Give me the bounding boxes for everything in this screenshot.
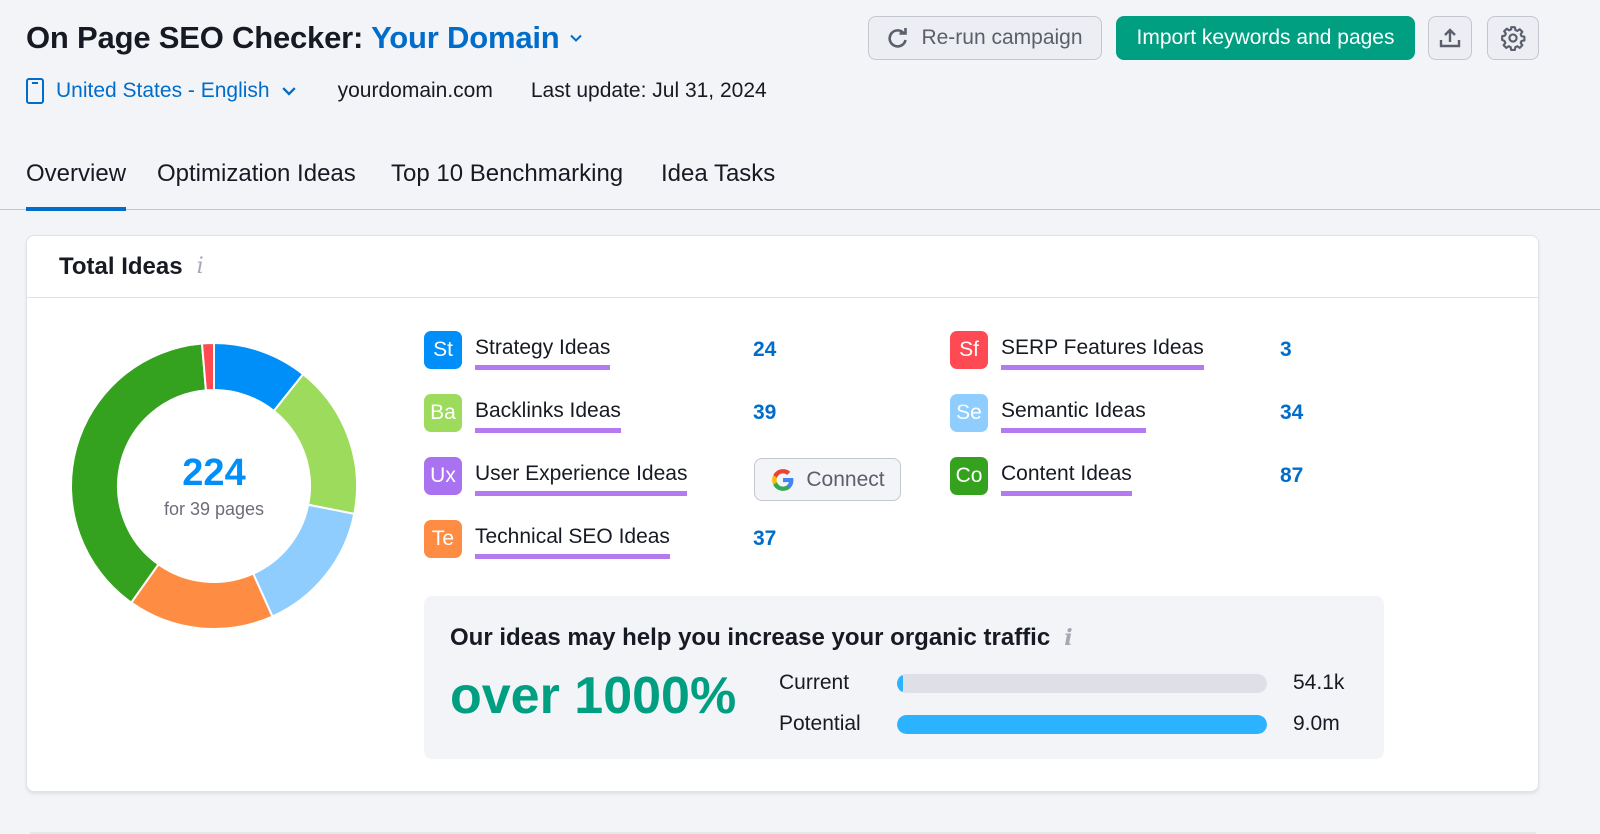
rerun-campaign-button[interactable]: Re-run campaign — [868, 16, 1102, 60]
progress-track — [897, 714, 1267, 734]
user-experience-badge-icon: Ux — [424, 457, 462, 495]
total-ideas-count: 224 — [182, 452, 246, 494]
connect-label: Connect — [806, 467, 885, 491]
gear-icon — [1501, 26, 1526, 51]
idea-technical-seo[interactable]: Te Technical SEO Ideas — [424, 520, 670, 559]
idea-count[interactable]: 3 — [1280, 338, 1292, 362]
export-button[interactable] — [1428, 16, 1472, 60]
info-icon[interactable]: i — [197, 254, 204, 279]
traffic-title: Our ideas may help you increase your org… — [450, 624, 1051, 651]
idea-count[interactable]: 37 — [753, 527, 776, 551]
page-title: On Page SEO Checker: Your Domain — [26, 20, 582, 56]
card-title: Total Ideas — [59, 252, 183, 280]
idea-backlinks[interactable]: Ba Backlinks Ideas — [424, 394, 621, 433]
project-selector[interactable]: Your Domain — [371, 20, 560, 56]
semantic-badge-icon: Se — [950, 394, 988, 432]
traffic-row-current: Current 54.1k — [779, 671, 1344, 695]
rerun-label: Re-run campaign — [921, 26, 1083, 49]
content-badge-icon: Co — [950, 457, 988, 495]
idea-label[interactable]: Technical SEO Ideas — [475, 525, 670, 559]
idea-count[interactable]: 39 — [753, 401, 776, 425]
idea-strategy[interactable]: St Strategy Ideas — [424, 331, 611, 370]
traffic-row-potential: Potential 9.0m — [779, 712, 1340, 736]
info-icon[interactable]: i — [1064, 625, 1072, 651]
technical-seo-badge-icon: Te — [424, 520, 462, 558]
last-update: Last update: Jul 31, 2024 — [530, 79, 767, 102]
tab-optimization-ideas[interactable]: Optimization Ideas — [157, 160, 356, 210]
idea-serp-features[interactable]: Sf SERP Features Ideas — [950, 331, 1204, 370]
idea-count[interactable]: 87 — [1280, 464, 1303, 488]
idea-semantic[interactable]: Se Semantic Ideas — [950, 394, 1146, 433]
chevron-down-icon — [281, 87, 296, 96]
tab-top-10-benchmarking[interactable]: Top 10 Benchmarking — [391, 160, 623, 210]
bar-label: Current — [779, 671, 850, 694]
idea-user-experience[interactable]: Ux User Experience Ideas — [424, 457, 688, 496]
progress-fill — [897, 714, 1267, 734]
domain-text: yourdomain.com — [337, 79, 493, 102]
tab-overview[interactable]: Overview — [26, 160, 127, 211]
database-label: United States - English — [56, 79, 270, 102]
database-selector[interactable]: United States - English — [26, 78, 296, 104]
serp-features-badge-icon: Sf — [950, 331, 988, 369]
total-ideas-card: Total Ideas i 224 for 39 pages St Strate… — [26, 235, 1539, 792]
idea-label[interactable]: Content Ideas — [1001, 462, 1132, 496]
tab-bar: Overview Optimization Ideas Top 10 Bench… — [0, 150, 1600, 211]
backlinks-badge-icon: Ba — [424, 394, 462, 432]
upload-icon — [1439, 28, 1461, 48]
pages-count: for 39 pages — [163, 499, 265, 519]
google-connect-button[interactable]: Connect — [754, 458, 901, 501]
idea-count[interactable]: 34 — [1280, 401, 1303, 425]
idea-content[interactable]: Co Content Ideas — [950, 457, 1132, 496]
settings-button[interactable] — [1487, 16, 1539, 60]
idea-count[interactable]: 24 — [753, 338, 776, 362]
idea-label[interactable]: Strategy Ideas — [475, 336, 611, 370]
chevron-down-icon[interactable] — [569, 32, 582, 44]
traffic-growth: over 1000% — [450, 667, 737, 725]
tab-idea-tasks[interactable]: Idea Tasks — [661, 160, 775, 210]
bar-label: Potential — [779, 712, 861, 735]
refresh-icon — [888, 28, 908, 48]
bar-value: 9.0m — [1293, 712, 1340, 735]
strategy-badge-icon: St — [424, 331, 462, 369]
import-keywords-button[interactable]: Import keywords and pages — [1116, 16, 1415, 60]
traffic-potential-panel: Our ideas may help you increase your org… — [424, 596, 1384, 759]
progress-fill — [897, 673, 903, 693]
idea-label[interactable]: User Experience Ideas — [475, 462, 688, 496]
idea-label[interactable]: Backlinks Ideas — [475, 399, 621, 433]
donut-center: 224 for 39 pages — [69, 341, 359, 631]
mobile-device-icon — [26, 78, 44, 104]
idea-label[interactable]: SERP Features Ideas — [1001, 336, 1204, 370]
page-title-prefix: On Page SEO Checker: — [26, 20, 364, 55]
google-icon — [772, 468, 794, 491]
bar-value: 54.1k — [1293, 671, 1345, 694]
idea-label[interactable]: Semantic Ideas — [1001, 399, 1146, 433]
progress-track — [897, 673, 1267, 693]
